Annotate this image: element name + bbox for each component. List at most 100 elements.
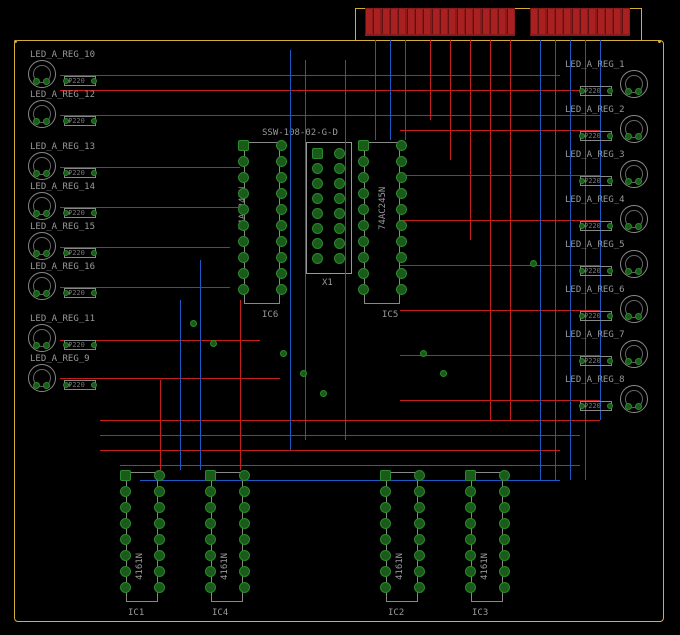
led-footprint	[28, 272, 56, 300]
led-footprint	[28, 192, 56, 220]
led-ref-label: LED_A_REG_15	[30, 222, 95, 232]
ic5-ref: IC5	[382, 310, 398, 320]
header-pad	[334, 223, 345, 234]
edge-pin	[613, 9, 620, 34]
pad	[635, 223, 642, 230]
edge-pin	[490, 9, 497, 34]
resistor-value: ₽220	[68, 249, 85, 257]
ic-pad	[396, 236, 407, 247]
led-footprint	[620, 295, 648, 323]
header-pad	[334, 253, 345, 264]
led-ref-label: LED_A_REG_4	[565, 195, 625, 205]
edge-pin	[605, 9, 612, 34]
ic-pad	[358, 284, 369, 295]
pad	[635, 403, 642, 410]
ic-pad	[380, 502, 391, 513]
ic-pad	[238, 252, 249, 263]
ic-pad	[380, 582, 391, 593]
ic-pad	[499, 486, 510, 497]
pcb-canvas[interactable]: SSW-108-02-G-D X1 74AC245N IC6 74AC245N …	[0, 0, 680, 635]
pad	[625, 313, 632, 320]
ic-pad	[154, 502, 165, 513]
edge-pin	[498, 9, 505, 34]
edge-pin	[432, 9, 439, 34]
trace-bottom	[555, 40, 556, 480]
ic-pad	[205, 470, 216, 481]
resistor-value: ₽220	[68, 117, 85, 125]
ic-pad	[396, 284, 407, 295]
pad	[625, 178, 632, 185]
led-ref-label: LED_A_REG_3	[565, 150, 625, 160]
pad	[33, 342, 40, 349]
edge-pin	[622, 9, 629, 34]
pad	[33, 250, 40, 257]
resistor-value: ₽220	[68, 169, 85, 177]
header-pad	[312, 208, 323, 219]
ic-pad	[120, 582, 131, 593]
led-ref-label: LED_A_REG_7	[565, 330, 625, 340]
trace-bottom	[200, 260, 201, 470]
edge-pin	[555, 9, 562, 34]
resistor-value: ₽220	[68, 77, 85, 85]
ic-pad	[414, 502, 425, 513]
ic-pad	[465, 486, 476, 497]
ic-pad	[396, 156, 407, 167]
ic-pad	[414, 534, 425, 545]
ic-pad	[120, 566, 131, 577]
header-refdes: X1	[322, 278, 333, 288]
ic-pad	[276, 204, 287, 215]
edge-pin	[415, 9, 422, 34]
trace-bottom	[405, 40, 406, 140]
ic-pad	[154, 582, 165, 593]
trace-bottom	[120, 465, 580, 466]
ic-pad	[465, 550, 476, 561]
edge-pin	[407, 9, 414, 34]
header-pad	[334, 148, 345, 159]
ic-pad	[358, 204, 369, 215]
ic-pad	[396, 220, 407, 231]
led-footprint	[620, 205, 648, 233]
pad	[43, 382, 50, 389]
pad	[625, 403, 632, 410]
via	[420, 350, 427, 357]
led-footprint	[620, 115, 648, 143]
pad	[635, 268, 642, 275]
ic-pad	[499, 534, 510, 545]
ic-pad	[465, 470, 476, 481]
ic-pad	[205, 582, 216, 593]
pad	[43, 210, 50, 217]
ic-pad	[238, 220, 249, 231]
pad	[43, 170, 50, 177]
ic-pad	[358, 188, 369, 199]
led-ref-label: LED_A_REG_6	[565, 285, 625, 295]
ic-pad	[238, 172, 249, 183]
ic2-ref: IC2	[388, 608, 404, 618]
pad	[635, 88, 642, 95]
ic-pad	[276, 220, 287, 231]
led-footprint	[620, 385, 648, 413]
ic-pad	[414, 582, 425, 593]
trace-bottom	[290, 50, 291, 450]
ic-pad	[396, 188, 407, 199]
ic-outline	[244, 142, 280, 304]
led-ref-label: LED_A_REG_9	[30, 354, 90, 364]
ic-pad	[120, 518, 131, 529]
ic-pad	[120, 470, 131, 481]
led-ref-label: LED_A_REG_13	[30, 142, 95, 152]
ic-pad	[238, 188, 249, 199]
resistor-value: ₽220	[584, 222, 601, 230]
ic-pad	[465, 534, 476, 545]
ic-pad	[154, 518, 165, 529]
ic-pad	[499, 582, 510, 593]
ic-pad	[205, 534, 216, 545]
pad	[625, 268, 632, 275]
led-footprint	[620, 70, 648, 98]
trace-top	[450, 40, 451, 160]
ic-pad	[358, 252, 369, 263]
header-pad	[334, 238, 345, 249]
ic-pad	[239, 550, 250, 561]
pad	[33, 118, 40, 125]
trace-top	[240, 300, 241, 470]
trace-bottom	[375, 40, 376, 140]
pad	[43, 342, 50, 349]
